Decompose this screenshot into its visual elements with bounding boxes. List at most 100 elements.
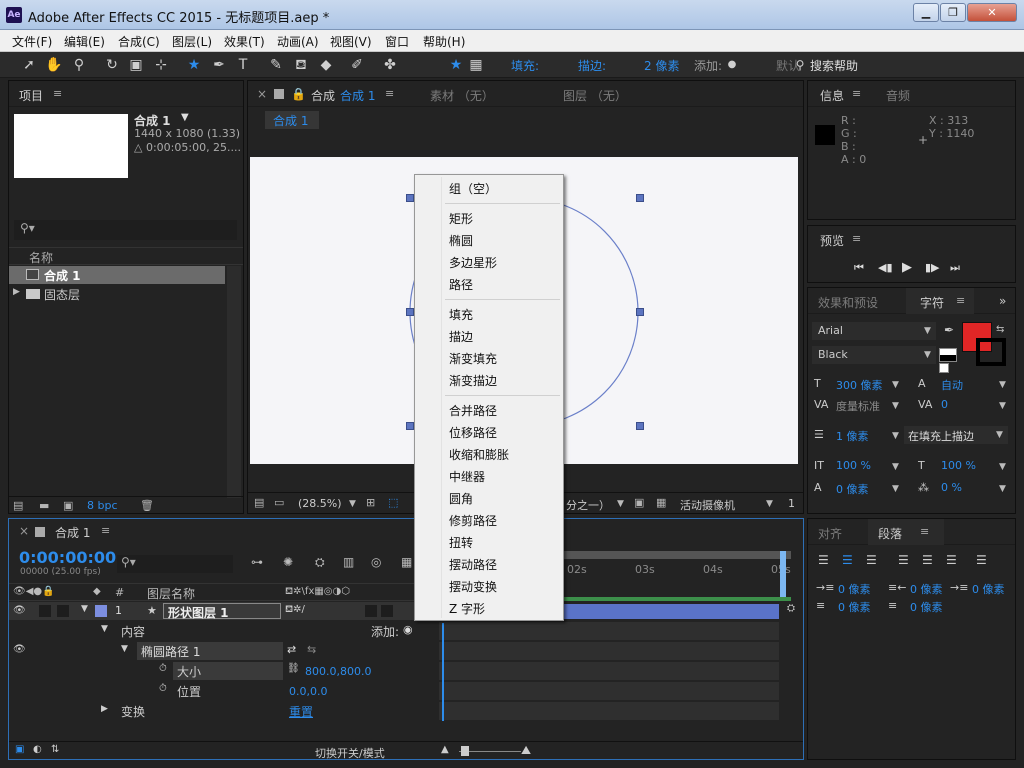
transform-handle[interactable] [406, 194, 414, 202]
shape-tool-icon[interactable]: ★ [184, 55, 204, 75]
expand-arrow-icon[interactable]: ▼ [101, 624, 108, 634]
roto-brush-tool-icon[interactable]: ✐ [347, 55, 367, 75]
tab-character[interactable]: 字符 [920, 294, 944, 311]
panel-menu-icon[interactable]: ≡ [852, 232, 861, 245]
chevron-down-icon[interactable]: ▼ [892, 484, 899, 494]
add-dropdown-icon[interactable]: ● [722, 55, 742, 75]
indent-left-value[interactable]: 0 像素 [838, 581, 871, 597]
expand-arrow-icon[interactable]: ▼ [121, 644, 128, 654]
layer-row[interactable]: 👁 ▼ 1 ★ 形状图层 1 ⛾✲/ [9, 602, 439, 620]
space-before-value[interactable]: 0 像素 [838, 599, 871, 615]
draft-3d-icon[interactable]: ✺ [283, 555, 293, 569]
shy-layers-icon[interactable]: ⛭ [315, 555, 325, 570]
menu-item-offset-paths[interactable]: 位移路径 [449, 424, 497, 441]
snapshot-icon[interactable]: ▤ [254, 496, 264, 509]
add-label[interactable]: 添加: [694, 57, 722, 74]
interpret-footage-icon[interactable]: ▤ [13, 499, 23, 512]
transform-handle[interactable] [406, 422, 414, 430]
camera-dropdown[interactable]: 活动摄像机 [680, 497, 735, 513]
work-area-end-handle[interactable] [780, 551, 786, 599]
fill-label[interactable]: 填充: [511, 57, 539, 74]
panel-menu-icon[interactable]: ≡ [956, 294, 965, 307]
chevron-down-icon[interactable]: ▼ [999, 462, 1006, 472]
lock-icon[interactable]: 🔒 [291, 87, 306, 101]
toggle-switches-modes-button[interactable]: 切换开关/模式 [315, 745, 385, 761]
path-direction-icon[interactable]: ⇄ [287, 643, 296, 656]
tab-info[interactable]: 信息 [820, 87, 844, 104]
tab-layer[interactable]: 图层 （无） [563, 87, 627, 104]
chevron-down-icon[interactable]: ▼ [892, 462, 899, 472]
resolution-dropdown[interactable]: 分之一） [566, 497, 610, 513]
layer-switches-pane-icon[interactable]: ▣ [15, 744, 24, 755]
panel-menu-icon[interactable]: ≡ [920, 525, 929, 538]
zoom-tool-icon[interactable]: ⚲ [69, 55, 89, 75]
new-comp-icon[interactable]: ▣ [63, 499, 73, 512]
no-color-icon[interactable] [939, 363, 949, 373]
zoom-in-icon[interactable]: ⛰ [521, 743, 531, 758]
stroke-mode-dropdown[interactable]: 在填充上描边 ▼ [904, 426, 1008, 444]
align-right-icon[interactable]: ☰ [866, 553, 877, 567]
menu-item-ellipse[interactable]: 椭圆 [449, 232, 473, 249]
font-size-value[interactable]: 300 像素 [836, 377, 883, 393]
menu-item-wiggle-paths[interactable]: 摆动路径 [449, 556, 497, 573]
chevron-down-icon[interactable]: ▼ [766, 499, 773, 509]
menu-effect[interactable]: 效果(T) [224, 33, 265, 50]
menu-edit[interactable]: 编辑(E) [64, 33, 105, 50]
motion-blur-icon[interactable]: ◎ [371, 555, 381, 569]
eyedropper-icon[interactable]: ✒ [944, 323, 954, 337]
size-property-row[interactable]: ⏱ 大小 ⛓ 800.0,800.0 [9, 662, 439, 680]
indent-first-value[interactable]: 0 像素 [972, 581, 1005, 597]
menu-animation[interactable]: 动画(A) [277, 33, 319, 50]
menu-item-round-corners[interactable]: 圆角 [449, 490, 473, 507]
transform-handle[interactable] [636, 194, 644, 202]
tab-paragraph[interactable]: 段落 [878, 525, 902, 542]
transform-handle[interactable] [406, 308, 414, 316]
contents-row[interactable]: ▼ 内容 添加: ◉ [9, 622, 439, 640]
add-content-button-icon[interactable]: ◉ [403, 623, 413, 636]
region-of-interest-icon[interactable]: ⬚ [388, 496, 398, 509]
frame-blending-icon[interactable]: ▥ [343, 555, 354, 569]
tab-timeline-comp[interactable]: 合成 1 [55, 524, 90, 541]
indent-right-value[interactable]: 0 像素 [910, 581, 943, 597]
character-stroke-swatch[interactable] [976, 338, 1006, 366]
path-direction-alt-icon[interactable]: ⇆ [307, 643, 316, 656]
star-shape-icon[interactable]: ★ [446, 55, 466, 75]
close-button[interactable]: ✕ [967, 3, 1017, 22]
project-item-folder[interactable]: ▶ 固态层 [9, 285, 225, 303]
project-scrollbar[interactable] [227, 266, 241, 498]
puppet-pin-tool-icon[interactable]: ✤ [380, 55, 400, 75]
tsume-value[interactable]: 0 % [941, 481, 962, 494]
ellipse-path-row[interactable]: 👁 ▼ 椭圆路径 1 ⇄ ⇆ [9, 642, 439, 660]
menu-item-gradient-fill[interactable]: 渐变填充 [449, 350, 497, 367]
mode-switch[interactable] [365, 605, 377, 617]
tab-comp-1[interactable]: 合成 1 [340, 87, 375, 104]
zoom-slider-handle[interactable] [461, 746, 469, 756]
swap-colors-icon[interactable]: ⇆ [996, 324, 1004, 335]
menu-item-wiggle-transform[interactable]: 摆动变换 [449, 578, 497, 595]
column-name[interactable]: 名称 [29, 249, 53, 266]
visibility-eye-icon[interactable]: 👁 [13, 605, 26, 616]
audio-toggle[interactable] [39, 605, 51, 617]
play-icon[interactable]: ▶ [902, 260, 912, 275]
leading-value[interactable]: 自动 [941, 377, 963, 393]
align-left-icon[interactable]: ☰ [818, 553, 829, 567]
menu-item-rectangle[interactable]: 矩形 [449, 210, 473, 227]
menu-item-stroke[interactable]: 描边 [449, 328, 473, 345]
tab-comp-prefix[interactable]: 合成 [311, 87, 335, 104]
menu-item-pucker-bloat[interactable]: 收缩和膨胀 [449, 446, 509, 463]
project-item-comp[interactable]: 合成 1 [9, 266, 225, 284]
views-dropdown[interactable]: 1 [788, 497, 795, 510]
zoom-out-icon[interactable]: ▲ [441, 744, 449, 755]
transform-row[interactable]: ▶ 变换 重置 [9, 702, 439, 720]
horizontal-scale-value[interactable]: 100 % [941, 459, 976, 472]
transparency-grid-icon[interactable]: ▦ [656, 496, 666, 509]
size-value[interactable]: 800.0,800.0 [305, 665, 371, 678]
expand-arrow-icon[interactable]: ▶ [101, 704, 108, 714]
stroke-label[interactable]: 描边: [578, 57, 606, 74]
selection-tool-icon[interactable]: ➚ [19, 55, 39, 75]
justify-all-icon[interactable]: ☰ [976, 553, 987, 567]
clone-stamp-tool-icon[interactable]: ⛾ [291, 55, 311, 75]
panel-menu-icon[interactable]: ≡ [53, 87, 62, 100]
solo-toggle[interactable] [57, 605, 69, 617]
stopwatch-icon[interactable]: ⏱ [159, 683, 167, 694]
